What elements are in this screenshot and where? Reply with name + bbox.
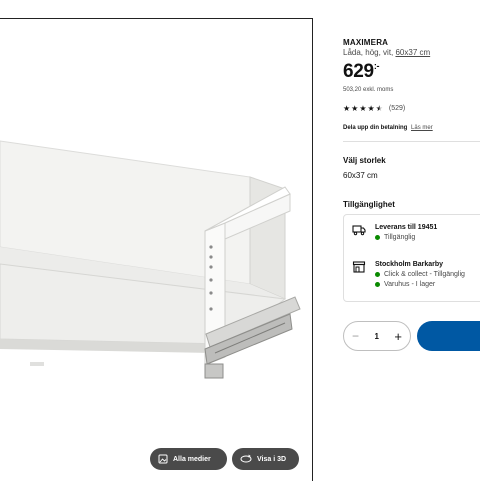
store-title: Stockholm Barkarby <box>375 261 444 268</box>
star-icon: ★ <box>343 104 351 113</box>
product-image-panel: Alla medier Visa i 3D <box>0 18 313 481</box>
product-price: 629:- <box>343 61 380 83</box>
warehouse-status: Varuhus - I lager <box>375 281 465 288</box>
read-more-link[interactable]: Läs mer <box>411 125 433 131</box>
availability-title: Tillgänglighet <box>343 200 395 209</box>
increase-quantity-button[interactable]: + <box>394 329 402 344</box>
all-media-label: Alla medier <box>173 455 211 463</box>
star-icon: ★ <box>367 104 375 113</box>
status-dot-icon <box>375 235 380 240</box>
store-info: Stockholm Barkarby Click & collect - Til… <box>375 261 465 291</box>
decrease-quantity-button[interactable]: − <box>352 329 359 343</box>
all-media-button[interactable]: Alla medier <box>150 448 227 470</box>
status-dot-icon <box>375 272 380 277</box>
price-main: 629 <box>343 61 374 82</box>
product-size-link[interactable]: 60x37 cm <box>395 48 430 57</box>
half-star-icon: ★ <box>375 104 383 113</box>
product-description: Låda, hög, vit, 60x37 cm <box>343 48 430 57</box>
rotate-3d-icon <box>240 454 252 463</box>
status-dot-icon <box>375 282 380 287</box>
gallery-icon <box>158 454 168 464</box>
divider <box>343 141 480 142</box>
store-row[interactable]: Stockholm Barkarby Click & collect - Til… <box>352 261 465 291</box>
size-value[interactable]: 60x37 cm <box>343 171 378 180</box>
click-collect-status: Click & collect - Tillgänglig <box>375 271 465 278</box>
split-payment-text: Dela upp din betalning <box>343 125 408 131</box>
price-ex-vat: 503,20 exkl. moms <box>343 87 394 93</box>
click-collect-text: Click & collect - Tillgänglig <box>384 271 465 278</box>
star-icon: ★ <box>359 104 367 113</box>
warehouse-text: Varuhus - I lager <box>384 281 436 288</box>
star-icon: ★ <box>351 104 359 113</box>
view-3d-button[interactable]: Visa i 3D <box>232 448 299 470</box>
size-title: Välj storlek <box>343 156 386 165</box>
quantity-value[interactable]: 1 <box>374 332 378 341</box>
product-description-text: Låda, hög, vit, <box>343 48 396 57</box>
product-name: MAXIMERA <box>343 38 389 47</box>
delivery-title: Leverans till 19451 <box>375 224 438 231</box>
delivery-status-text: Tillgänglig <box>384 234 416 241</box>
delivery-row[interactable]: Leverans till 19451 Tillgänglig <box>352 224 437 244</box>
availability-box: Leverans till 19451 Tillgänglig Stockhol… <box>343 214 480 302</box>
store-icon <box>352 261 366 273</box>
price-suffix: :- <box>373 61 380 71</box>
delivery-info: Leverans till 19451 Tillgänglig <box>375 224 437 244</box>
product-rating[interactable]: ★ ★ ★ ★ ★ (529) <box>343 104 405 113</box>
split-payment: Dela upp din betalning Läs mer <box>343 125 433 131</box>
rating-stars: ★ ★ ★ ★ ★ <box>343 104 383 113</box>
truck-icon <box>352 225 366 236</box>
delivery-status: Tillgänglig <box>375 234 437 241</box>
rating-count: (529) <box>388 105 406 112</box>
quantity-stepper: − 1 + <box>343 321 411 351</box>
view-3d-label: Visa i 3D <box>257 455 287 463</box>
add-to-cart-button[interactable] <box>417 321 480 351</box>
drawer-product-image <box>0 140 301 379</box>
